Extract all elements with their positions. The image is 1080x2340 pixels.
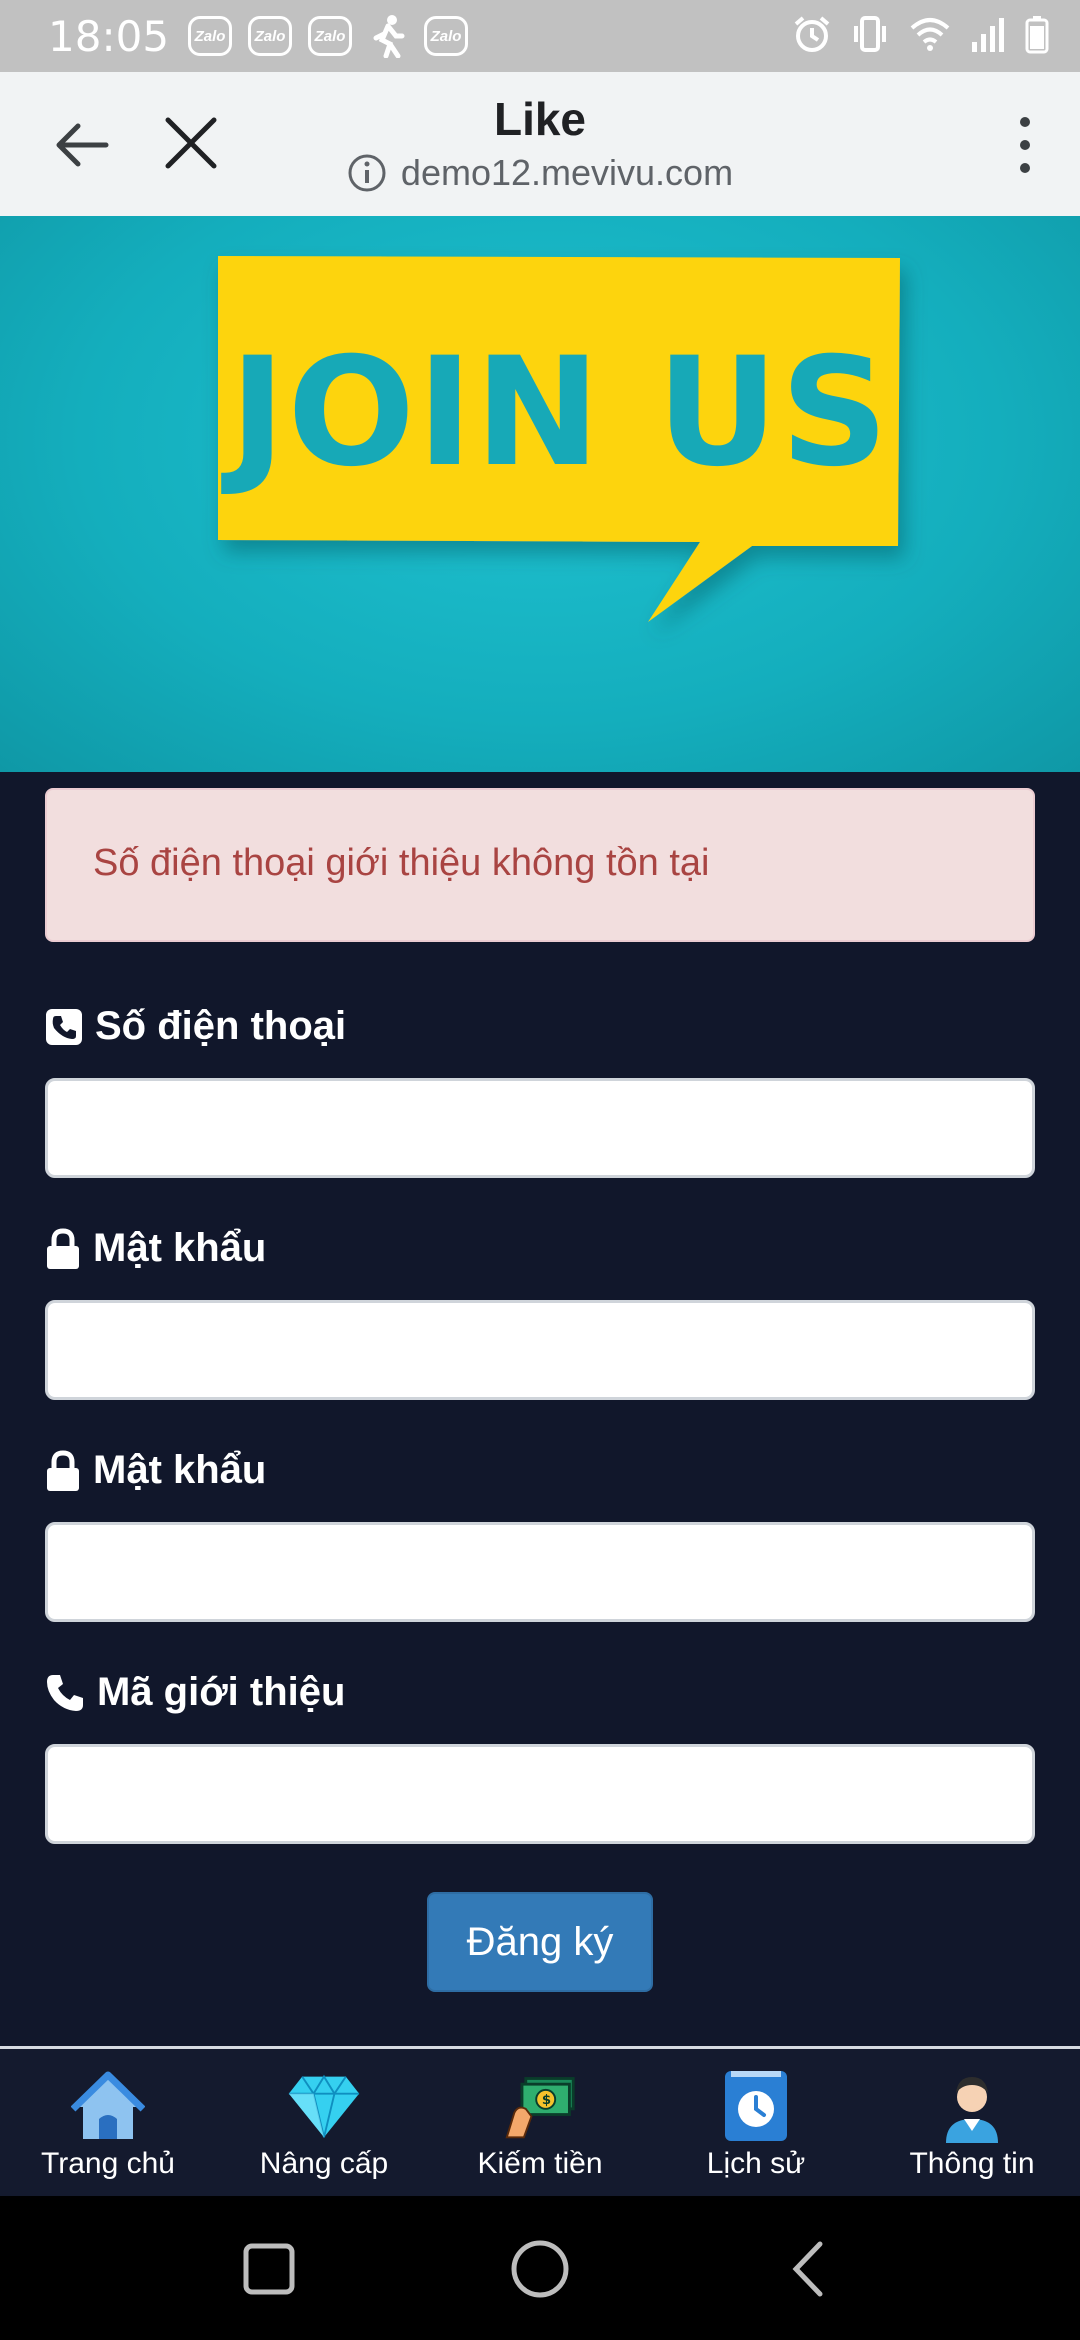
diamond-icon xyxy=(288,2074,360,2138)
nav-item-upgrade[interactable]: Nâng cấp xyxy=(216,2049,432,2196)
history-icon xyxy=(725,2071,787,2141)
hero-banner: JOIN US xyxy=(0,216,1080,772)
browser-toolbar: Like demo12.mevivu.com xyxy=(0,72,1080,216)
password-label: Mật khẩu xyxy=(45,1226,266,1271)
phone-label: Số điện thoại xyxy=(45,1004,346,1049)
system-status-icons xyxy=(792,14,1050,54)
error-alert: Số điện thoại giới thiệu không tồn tại xyxy=(45,788,1035,942)
referral-label: Mã giới thiệu xyxy=(45,1670,345,1715)
nav-label: Thông tin xyxy=(909,2147,1035,2180)
system-navigation-bar xyxy=(0,2196,1080,2340)
status-time: 18:05 xyxy=(48,12,170,61)
nav-item-earn-money[interactable]: $ Kiếm tiền xyxy=(432,2049,648,2196)
register-button[interactable]: Đăng ký xyxy=(427,1892,653,1992)
alarm-icon xyxy=(794,16,830,52)
home-circle-icon[interactable] xyxy=(507,2236,573,2302)
url-text: demo12.mevivu.com xyxy=(400,152,734,193)
nav-item-history[interactable]: Lịch sử xyxy=(648,2049,864,2196)
notification-icons: Zalo Zalo Zalo Zalo xyxy=(188,14,468,58)
nav-label: Trang chủ xyxy=(41,2147,175,2180)
nav-label: Lịch sử xyxy=(706,2147,806,2180)
nav-item-profile[interactable]: Thông tin xyxy=(864,2049,1080,2196)
confirm-password-label: Mật khẩu xyxy=(45,1448,266,1493)
nav-label: Nâng cấp xyxy=(259,2147,389,2180)
money-icon: $ xyxy=(505,2077,575,2139)
lock-icon xyxy=(47,1227,79,1269)
zalo-notification-icon: Zalo xyxy=(308,16,352,56)
svg-text:$: $ xyxy=(542,2093,551,2108)
hero-text: JOIN US xyxy=(229,326,891,500)
info-icon[interactable] xyxy=(347,153,387,193)
battery-icon xyxy=(1025,16,1049,54)
recent-apps-icon[interactable] xyxy=(236,2236,302,2302)
referral-code-input[interactable] xyxy=(45,1744,1035,1844)
user-icon xyxy=(946,2077,998,2143)
status-bar: 18:05 Zalo Zalo Zalo Zalo xyxy=(0,0,1080,72)
nav-label: Kiếm tiền xyxy=(477,2147,603,2180)
vibrate-icon xyxy=(854,16,886,52)
wifi-icon xyxy=(910,18,950,51)
bottom-navigation: Trang chủ Nâng cấp $ Kiếm tiền Lịch sử T… xyxy=(0,2046,1080,2196)
phone-handset-icon xyxy=(47,1674,83,1711)
phone-input[interactable] xyxy=(45,1078,1035,1178)
zalo-notification-icon: Zalo xyxy=(424,16,468,56)
walking-icon xyxy=(373,15,405,58)
lock-icon xyxy=(47,1449,79,1491)
more-options-icon[interactable] xyxy=(1000,110,1050,180)
password-input[interactable] xyxy=(45,1300,1035,1400)
home-icon xyxy=(71,2071,145,2139)
url-bar[interactable]: demo12.mevivu.com xyxy=(0,152,1080,194)
confirm-password-input[interactable] xyxy=(45,1522,1035,1622)
page-title: Like xyxy=(493,93,587,145)
phone-icon xyxy=(46,1008,82,1045)
signal-icon xyxy=(972,18,1004,52)
zalo-notification-icon: Zalo xyxy=(248,16,292,56)
zalo-notification-icon: Zalo xyxy=(188,16,232,56)
nav-item-home[interactable]: Trang chủ xyxy=(0,2049,216,2196)
back-triangle-icon[interactable] xyxy=(778,2236,844,2302)
